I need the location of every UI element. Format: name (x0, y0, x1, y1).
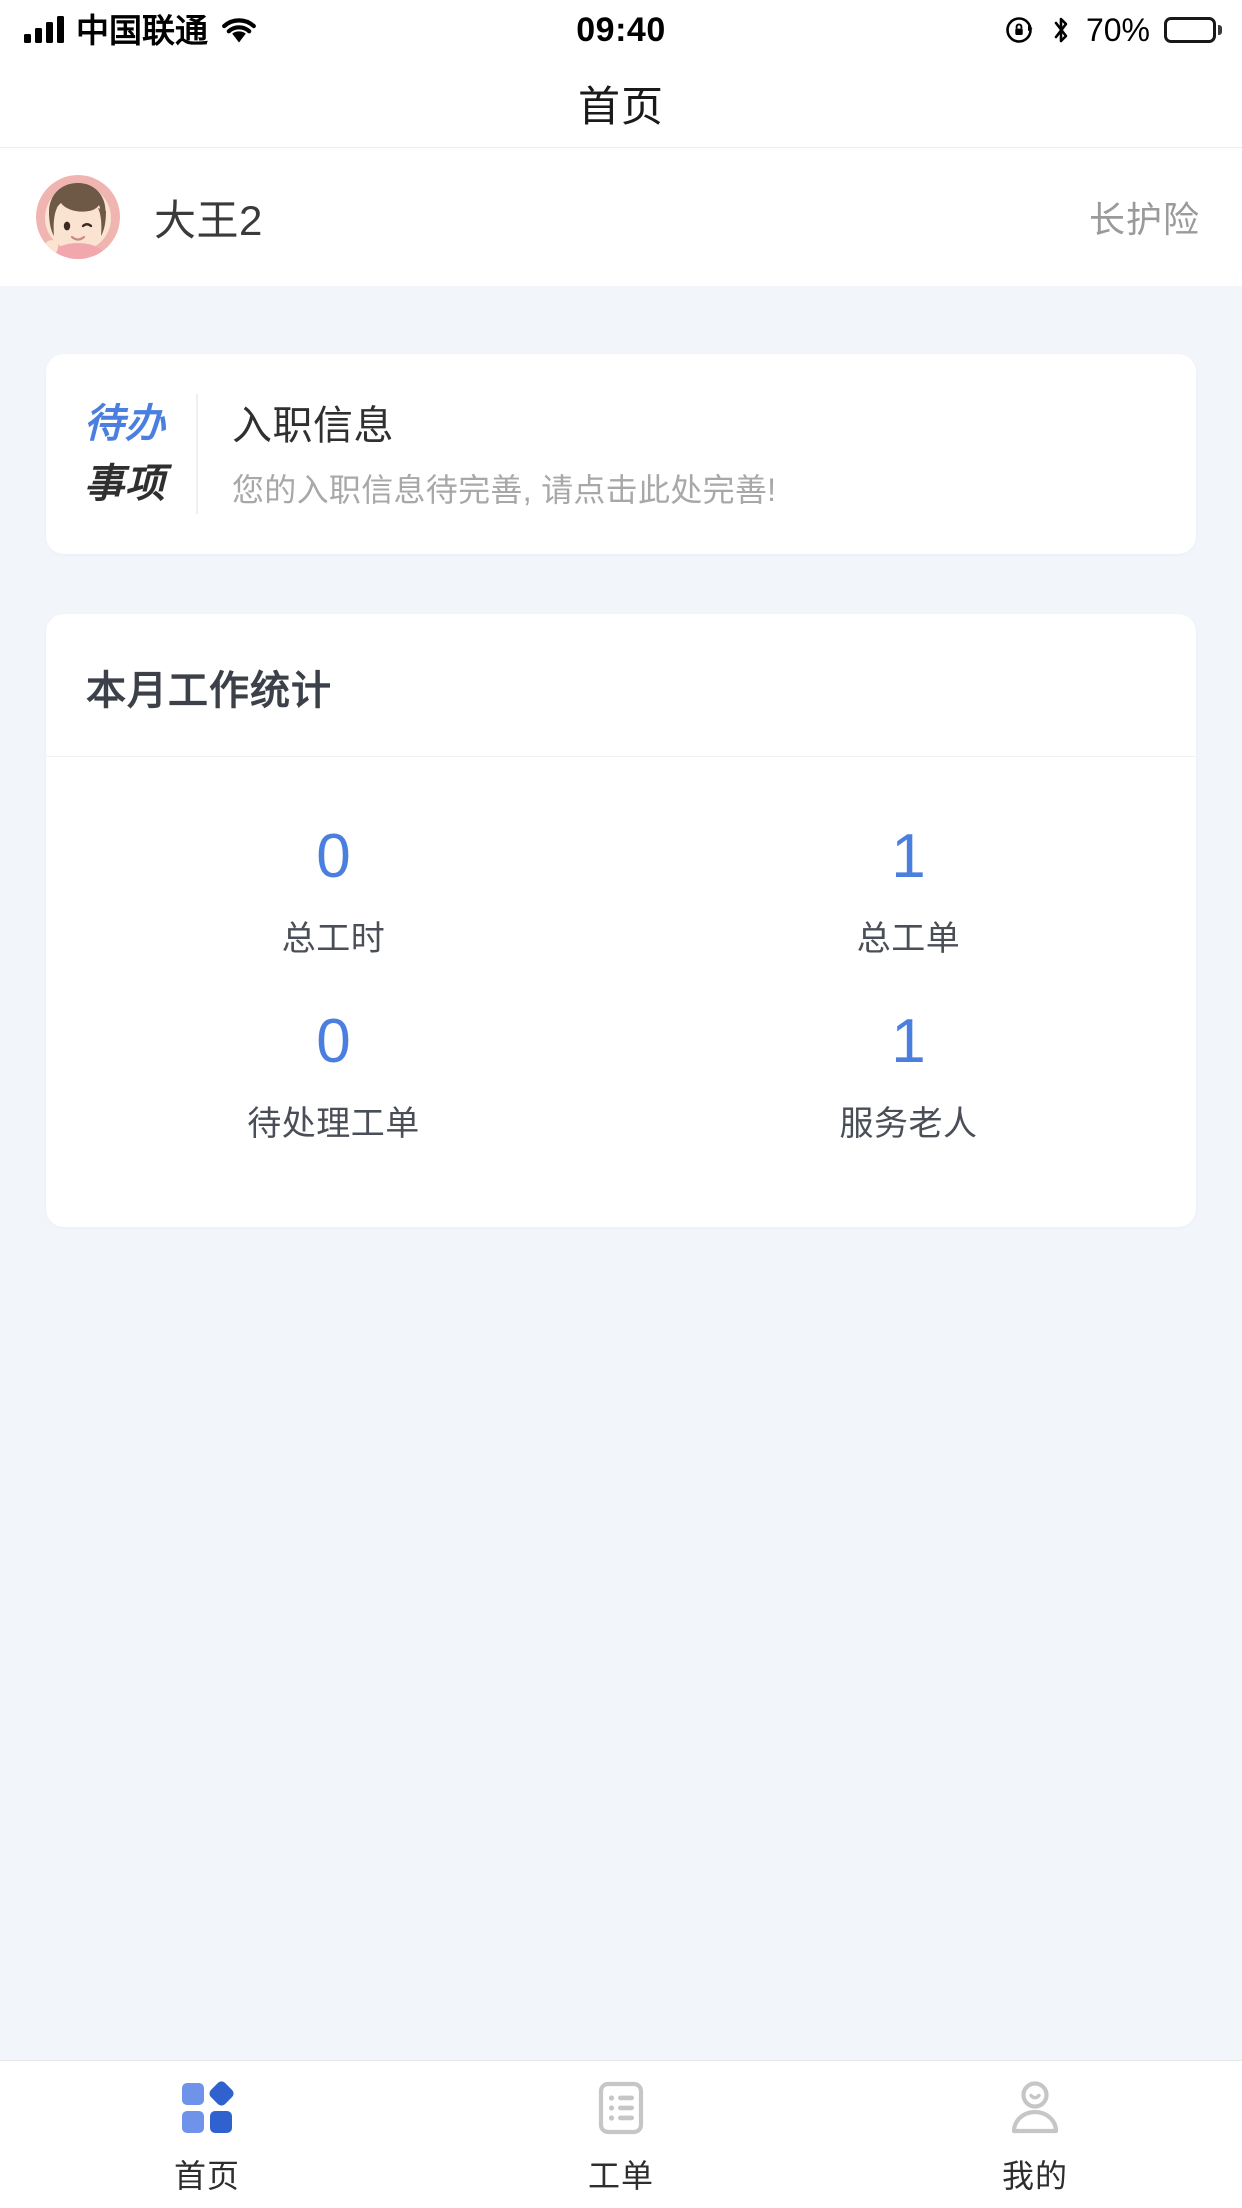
signal-bars-icon (24, 16, 64, 43)
tab-home-label: 首页 (173, 2157, 240, 2194)
stat-value: 1 (891, 822, 926, 891)
stat-cell-pending-orders[interactable]: 0 待处理工单 (46, 986, 621, 1171)
todo-badge: 待办 事项 (84, 394, 198, 514)
stats-card: 本月工作统计 0 总工时 1 总工单 0 待处理工单 1 服务老人 (46, 614, 1196, 1228)
stat-cell-total-orders[interactable]: 1 总工单 (621, 801, 1196, 986)
tab-home[interactable]: 首页 (0, 2061, 414, 2208)
todo-badge-line1: 待办 (84, 402, 166, 446)
stat-cell-served-elders[interactable]: 1 服务老人 (621, 986, 1196, 1171)
todo-subtitle: 您的入职信息待完善, 请点击此处完善! (232, 471, 777, 508)
list-document-icon (592, 2079, 650, 2137)
battery-percent-label: 70% (1085, 11, 1150, 48)
stat-label: 总工单 (856, 920, 961, 959)
stat-value: 0 (316, 1007, 351, 1077)
person-icon (1006, 2079, 1064, 2137)
stats-header: 本月工作统计 (46, 614, 1196, 757)
tab-work-orders-label: 工单 (587, 2157, 654, 2194)
user-avatar-girl-icon (36, 175, 120, 259)
stat-value: 0 (316, 822, 351, 891)
stat-cell-total-hours[interactable]: 0 总工时 (46, 801, 621, 986)
carrier-label: 中国联通 (76, 11, 208, 49)
app-screen: 中国联通 09:40 70% 首页 大王2 长护险 待办 事项 入职信息 您的入… (0, 0, 1242, 2208)
wifi-icon (220, 16, 258, 44)
bluetooth-icon (1050, 14, 1072, 46)
profile-tag: 长护险 (1088, 199, 1200, 240)
stat-label: 服务老人 (839, 1105, 978, 1144)
rotation-lock-icon (1004, 14, 1036, 46)
tab-mine-label: 我的 (1001, 2157, 1068, 2194)
stat-label: 总工时 (281, 920, 386, 959)
todo-text-block: 入职信息 您的入职信息待完善, 请点击此处完善! (198, 396, 776, 513)
tab-bar: 首页 工单 我的 (0, 2060, 1242, 2208)
battery-icon (1164, 17, 1216, 43)
todo-title: 入职信息 (232, 403, 394, 448)
tab-work-orders[interactable]: 工单 (414, 2061, 828, 2208)
todo-badge-line2: 事项 (84, 462, 166, 506)
todo-card[interactable]: 待办 事项 入职信息 您的入职信息待完善, 请点击此处完善! (46, 354, 1196, 554)
stats-title: 本月工作统计 (86, 669, 332, 713)
grid-home-icon (178, 2079, 236, 2137)
profile-name: 大王2 (154, 196, 263, 244)
avatar[interactable] (36, 175, 120, 259)
stat-value: 1 (891, 1007, 926, 1077)
status-bar-left: 中国联通 (24, 14, 258, 47)
page-title: 首页 (577, 83, 664, 130)
stats-grid: 0 总工时 1 总工单 0 待处理工单 1 服务老人 (46, 757, 1196, 1227)
status-bar: 中国联通 09:40 70% (0, 0, 1242, 60)
status-bar-right: 70% (1004, 12, 1216, 49)
navigation-bar: 首页 (0, 60, 1242, 148)
profile-row[interactable]: 大王2 长护险 (0, 148, 1242, 286)
main-content: 待办 事项 入职信息 您的入职信息待完善, 请点击此处完善! 本月工作统计 0 … (0, 286, 1242, 2060)
stat-label: 待处理工单 (247, 1105, 420, 1144)
tab-mine[interactable]: 我的 (828, 2061, 1242, 2208)
